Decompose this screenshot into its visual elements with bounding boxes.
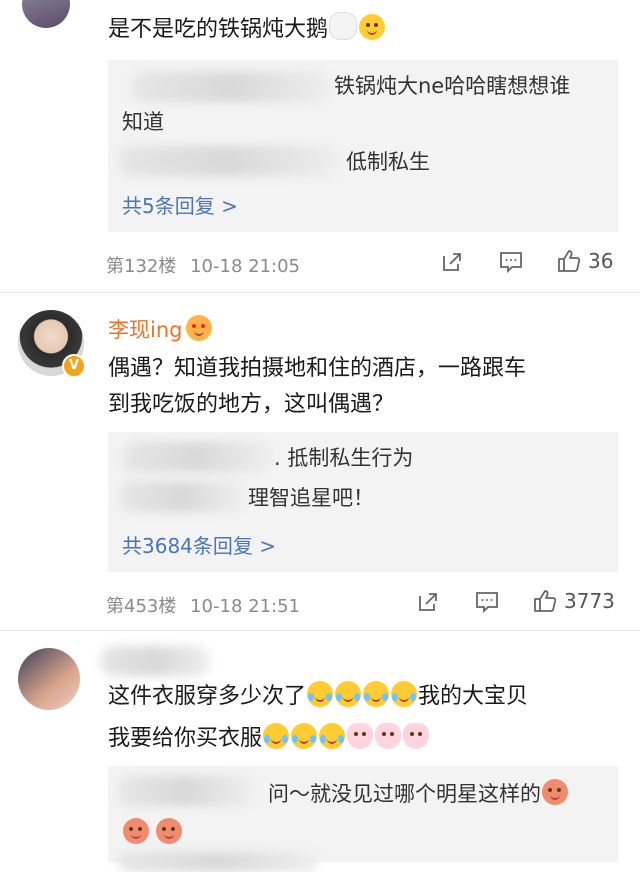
comment-icon <box>500 252 522 274</box>
blurred-username <box>118 852 318 872</box>
floor-number: 第132楼 <box>106 256 177 277</box>
comment-text-continued: 到我吃饭的地方，这叫偶遇？ <box>108 392 395 417</box>
divider <box>0 630 640 631</box>
comment-icon <box>476 592 498 614</box>
reply-preview-box[interactable]: . 抵制私生行为 理智追星吧！ 共3684条回复 > <box>108 432 618 572</box>
blurred-username <box>132 72 332 102</box>
blurred-username <box>122 442 272 472</box>
tongue-out-emoji-icon <box>156 818 182 844</box>
heart-eyes-emoji-icon <box>186 315 213 341</box>
blurred-username <box>118 146 338 176</box>
bunny-emoji-icon <box>375 723 402 749</box>
view-replies-link[interactable]: 共5条回复 > <box>122 190 238 219</box>
comment-text-continued: 我要给你买衣服 <box>108 722 430 756</box>
tongue-out-emoji-icon <box>123 818 149 844</box>
comment-button[interactable] <box>474 590 500 614</box>
view-replies-link[interactable]: 共3684条回复 > <box>122 530 276 559</box>
thumbs-up-icon <box>534 590 557 612</box>
crying-laughing-emoji-icon <box>263 723 290 749</box>
comment-meta: 第132楼 10-18 21:05 <box>106 252 300 278</box>
share-button[interactable] <box>440 250 464 274</box>
reply-text: . 抵制私生行为 <box>274 446 414 470</box>
divider <box>0 292 640 293</box>
timestamp: 10-18 21:05 <box>190 256 300 277</box>
bunny-emoji-icon <box>347 723 374 749</box>
like-count: 3773 <box>564 589 615 613</box>
reply-text: 铁锅炖大ne哈哈瞎想想谁 <box>334 74 571 98</box>
comment-text: 偶遇？知道我拍摄地和住的酒店，一路跟车 <box>108 356 527 381</box>
verified-badge-icon: V <box>62 354 86 378</box>
reply-preview-box[interactable]: 铁锅炖大ne哈哈瞎想想谁 知道 低制私生 共5条回复 > <box>108 60 618 232</box>
share-icon <box>443 253 461 271</box>
reply-emoji-row <box>122 818 183 844</box>
comment-button[interactable] <box>498 250 524 274</box>
crying-laughing-emoji-icon <box>307 681 334 707</box>
like-button[interactable]: 3773 <box>532 588 615 614</box>
crying-laughing-emoji-icon <box>363 681 390 707</box>
avatar[interactable] <box>18 648 80 710</box>
crying-laughing-emoji-icon <box>319 723 346 749</box>
blurred-username <box>118 776 254 806</box>
bunny-emoji-icon <box>403 723 430 749</box>
like-button[interactable]: 36 <box>556 248 613 274</box>
comment-meta: 第453楼 10-18 21:51 <box>106 592 300 618</box>
reply-text: 理智追星吧！ <box>248 486 374 510</box>
blurred-username <box>100 646 210 676</box>
share-button[interactable] <box>416 590 440 614</box>
floor-number: 第453楼 <box>106 596 177 617</box>
tongue-out-emoji-icon <box>542 779 568 805</box>
reply-text-continued: 知道 <box>122 110 164 134</box>
crying-laughing-emoji-icon <box>335 681 362 707</box>
swan-emoji-icon <box>329 12 358 40</box>
comment-text: 这件衣服穿多少次了 我的大宝贝 <box>108 680 528 714</box>
blurred-username <box>120 482 244 512</box>
comment-text: 是不是吃的铁锅炖大鹅 <box>108 12 386 47</box>
avatar[interactable] <box>22 0 70 28</box>
crying-laughing-emoji-icon <box>391 681 418 707</box>
timestamp: 10-18 21:51 <box>190 596 300 617</box>
username[interactable]: 李现ing <box>108 314 213 344</box>
reply-text: 问～就没见过哪个明星这样的 <box>268 778 569 810</box>
crying-laughing-emoji-icon <box>291 723 318 749</box>
reply-text: 低制私生 <box>346 150 430 174</box>
reply-preview-box[interactable]: 问～就没见过哪个明星这样的 <box>108 766 618 872</box>
winking-tongue-emoji-icon <box>359 14 386 40</box>
thumbs-up-icon <box>558 250 581 272</box>
like-count: 36 <box>588 249 614 273</box>
share-icon <box>419 593 437 611</box>
